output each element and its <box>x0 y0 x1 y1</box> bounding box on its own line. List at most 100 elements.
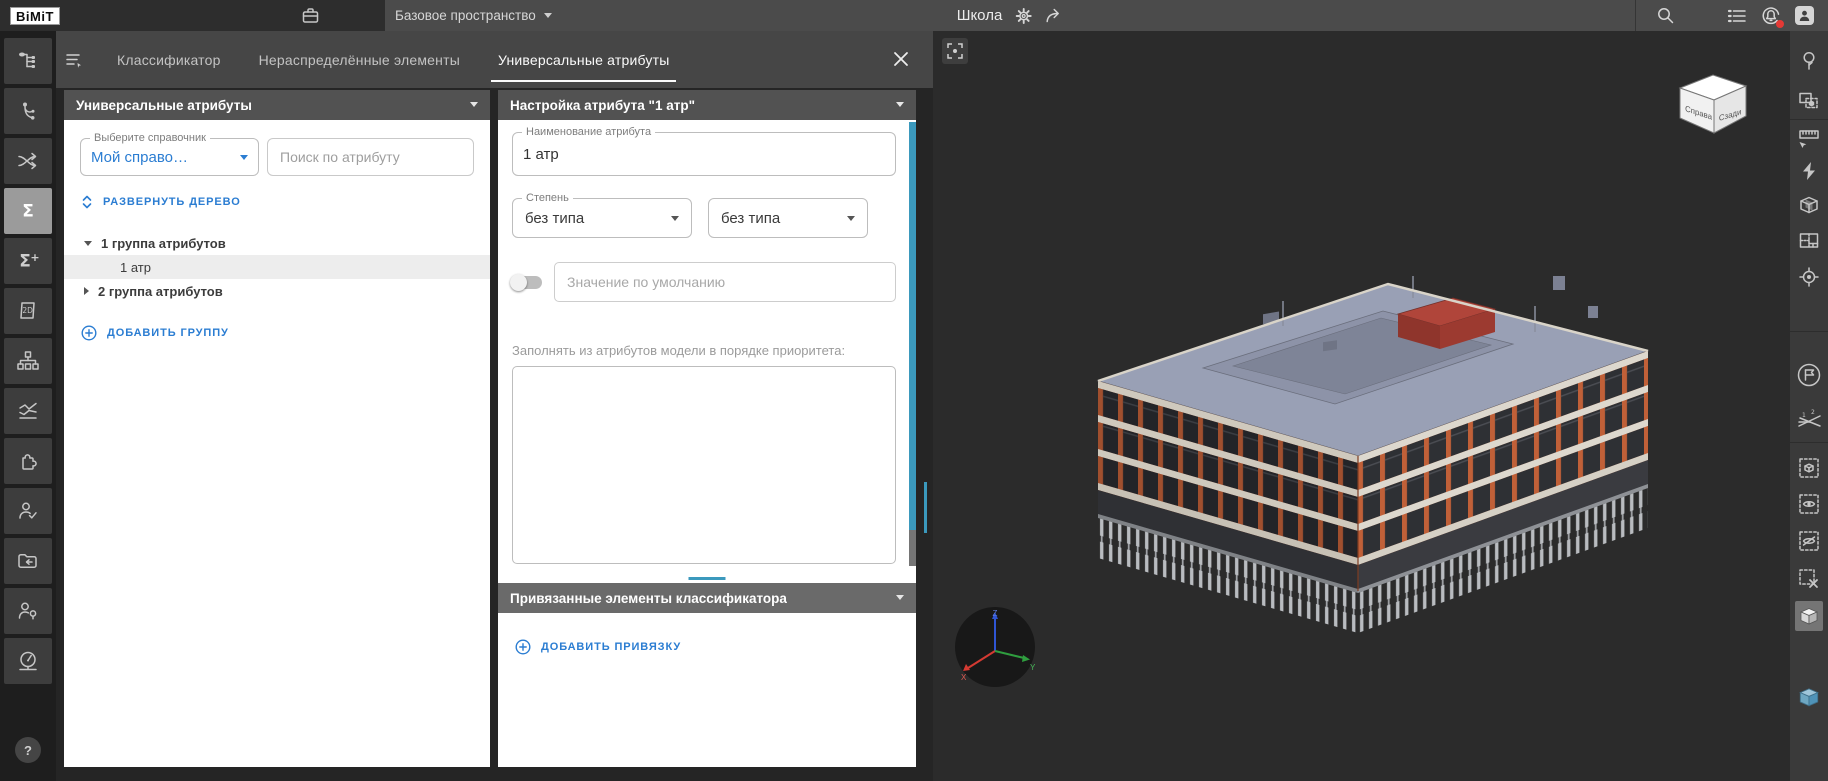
project-title: Школа <box>957 7 1003 24</box>
tree-icon[interactable] <box>1795 47 1823 75</box>
hide-eye-icon[interactable] <box>1795 527 1823 555</box>
trend-chart-icon[interactable] <box>4 388 52 434</box>
tree-item-selected[interactable]: 1 атр <box>64 255 490 279</box>
branch-icon[interactable] <box>4 88 52 134</box>
expand-tree-button[interactable]: РАЗВЕРНУТЬ ДЕРЕВО <box>81 195 474 209</box>
axis-y-label: Y <box>1030 663 1036 672</box>
add-group-button[interactable]: ДОБАВИТЬ ГРУППУ <box>81 325 474 341</box>
sigma-plus-icon[interactable]: Σ+ <box>4 238 52 284</box>
degree-select[interactable]: Степень без типа <box>512 198 692 238</box>
briefcase-icon[interactable] <box>300 5 321 26</box>
caret-right-icon <box>84 287 89 295</box>
delete-selection-icon[interactable] <box>1795 565 1823 593</box>
user-check-icon[interactable] <box>4 488 52 534</box>
linked-elements-body: ДОБАВИТЬ ПРИВЯЗКУ <box>498 613 916 767</box>
attribute-name-input[interactable] <box>523 146 885 163</box>
universal-attributes-panel-header[interactable]: Универсальные атрибуты <box>64 90 490 120</box>
puzzle-icon[interactable] <box>4 438 52 484</box>
app-logo[interactable]: BiMiT <box>10 7 60 25</box>
tree-group-2[interactable]: 2 группа атрибутов <box>64 279 490 303</box>
sigma-icon[interactable]: Σ <box>4 188 52 234</box>
attribute-name-field[interactable]: Наименование атрибута <box>512 132 896 176</box>
shuffle-icon[interactable] <box>4 138 52 184</box>
select-objects-icon[interactable] <box>1795 87 1823 115</box>
caret-down-icon <box>84 241 92 246</box>
panel-header-title: Привязанные элементы классификатора <box>510 591 787 606</box>
add-binding-button[interactable]: ДОБАВИТЬ ПРИВЯЗКУ <box>515 639 902 655</box>
notifications-bell-icon[interactable] <box>1761 6 1781 26</box>
ruler-icon[interactable] <box>1795 124 1823 152</box>
building-model[interactable] <box>1083 246 1658 671</box>
help-button[interactable]: ? <box>15 737 41 763</box>
attribute-settings-header[interactable]: Настройка атрибута "1 атр" <box>498 90 916 120</box>
reference-select[interactable]: Выберите справочник Мой справо… <box>80 138 259 176</box>
topbar: BiMiT Базовое пространство Школа <box>0 0 1828 31</box>
focus-target-button[interactable] <box>942 38 968 64</box>
attribute-search-input[interactable] <box>267 138 474 176</box>
user-location-icon[interactable] <box>4 588 52 634</box>
splitter-handle[interactable] <box>689 577 726 580</box>
folder-share-icon[interactable] <box>4 538 52 584</box>
priority-list-box[interactable] <box>512 366 896 564</box>
account-icon[interactable] <box>1795 6 1814 25</box>
target-icon[interactable] <box>1795 263 1823 291</box>
type-select-value: без типа <box>721 210 780 227</box>
box-section-icon[interactable] <box>1795 191 1823 219</box>
panel-header-title: Универсальные атрибуты <box>76 98 252 113</box>
panel-menu-icon[interactable] <box>64 50 84 70</box>
unfold-icon <box>81 195 93 209</box>
reference-select-value: Мой справо… <box>91 149 240 166</box>
svg-text:+: + <box>30 251 39 264</box>
classifier-tree-icon[interactable] <box>4 38 52 84</box>
project-title-group: Школа <box>957 7 1064 25</box>
search-icon[interactable] <box>1656 6 1675 25</box>
chevron-down-icon <box>896 595 904 600</box>
panel-scrollbar[interactable] <box>909 122 916 566</box>
default-value-input[interactable] <box>554 262 896 302</box>
workspace-selector[interactable]: Базовое пространство <box>395 8 552 23</box>
degree-select-value: без типа <box>525 210 584 227</box>
3d-viewport[interactable]: Справа Сзади Z X Y <box>933 31 1828 781</box>
solid-cube-button[interactable] <box>1795 602 1823 630</box>
model-cube-icon[interactable] <box>1795 683 1823 711</box>
degree-select-label: Степень <box>522 192 573 204</box>
gear-icon[interactable] <box>1014 7 1032 25</box>
tab-unallocated-elements[interactable]: Нераспределённые элементы <box>240 31 479 88</box>
doc-2d-icon[interactable]: 2D <box>4 288 52 334</box>
tab-bar: Классификатор Нераспределённые элементы … <box>56 31 933 88</box>
priority-label: Заполнять из атрибутов модели в порядке … <box>512 343 896 358</box>
topbar-left-section: BiMiT <box>0 0 385 31</box>
navigation-cube[interactable]: Справа Сзади <box>1669 69 1755 137</box>
tree-group-1[interactable]: 1 группа атрибутов <box>64 231 490 255</box>
attribute-settings-panel: Настройка атрибута "1 атр" Наименование … <box>498 90 916 767</box>
flash-section-icon[interactable] <box>1795 157 1823 185</box>
tab-classifier[interactable]: Классификатор <box>98 31 240 88</box>
plus-circle-icon <box>515 639 531 655</box>
viewport-toolbar: 12 <box>1789 31 1828 781</box>
show-eye-icon[interactable] <box>1795 490 1823 518</box>
list-icon[interactable] <box>1727 7 1747 25</box>
org-chart-icon[interactable] <box>4 338 52 384</box>
chevron-down-icon <box>847 216 855 221</box>
type-select[interactable]: без типа <box>708 198 868 238</box>
chevron-down-icon <box>896 102 904 107</box>
outer-scrollbar-thumb[interactable] <box>924 482 927 533</box>
tab-universal-attributes[interactable]: Универсальные атрибуты <box>479 31 688 88</box>
floor-plan-icon[interactable] <box>1795 227 1823 255</box>
svg-text:Σ: Σ <box>22 202 34 222</box>
close-icon[interactable] <box>891 49 911 69</box>
axis-lines-icon[interactable]: 12 <box>1795 406 1823 434</box>
linked-elements-header[interactable]: Привязанные элементы классификатора <box>498 583 916 613</box>
chevron-down-icon <box>544 13 552 18</box>
panel-area: Классификатор Нераспределённые элементы … <box>56 31 933 781</box>
default-value-toggle[interactable] <box>512 276 542 289</box>
gauge-icon[interactable] <box>4 638 52 684</box>
attribute-name-label: Наименование атрибута <box>522 126 655 138</box>
flag-icon[interactable] <box>1795 361 1823 389</box>
axis-z-label: Z <box>993 609 998 618</box>
notification-badge <box>1776 20 1784 28</box>
share-icon[interactable] <box>1044 7 1063 24</box>
ghost-cube-icon[interactable] <box>1795 454 1823 482</box>
axis-gizmo[interactable]: Z X Y <box>954 606 1036 688</box>
chevron-down-icon <box>671 216 679 221</box>
